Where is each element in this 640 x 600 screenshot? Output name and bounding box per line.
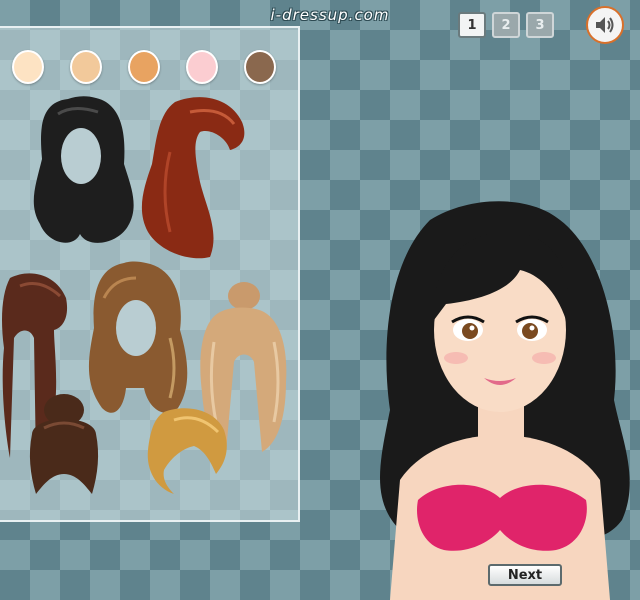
page-1-button[interactable]: 1 [458,12,486,38]
hair-option-long-wavy-black[interactable] [18,94,146,259]
skin-tone-swatch-1[interactable] [12,50,44,84]
speaker-icon [596,17,614,33]
page-3-button[interactable]: 3 [526,12,554,38]
skin-tone-swatch-2[interactable] [70,50,102,84]
hair-option-short-bob-gold[interactable] [144,404,230,496]
site-title: i-dressup.com [270,6,390,24]
page-selector: 1 2 3 [458,12,554,38]
next-button[interactable]: Next [488,564,562,586]
skin-tone-swatch-5[interactable] [244,50,276,84]
hair-option-bun-dark-brown[interactable] [24,394,104,499]
hair-option-side-swept-auburn[interactable] [130,92,258,267]
skin-tone-swatch-4[interactable] [186,50,218,84]
dressup-model [380,201,630,600]
skin-tone-swatch-3[interactable] [128,50,160,84]
page-2-button[interactable]: 2 [492,12,520,38]
sound-toggle-button[interactable] [586,6,624,44]
hair-selection-panel [0,26,300,522]
